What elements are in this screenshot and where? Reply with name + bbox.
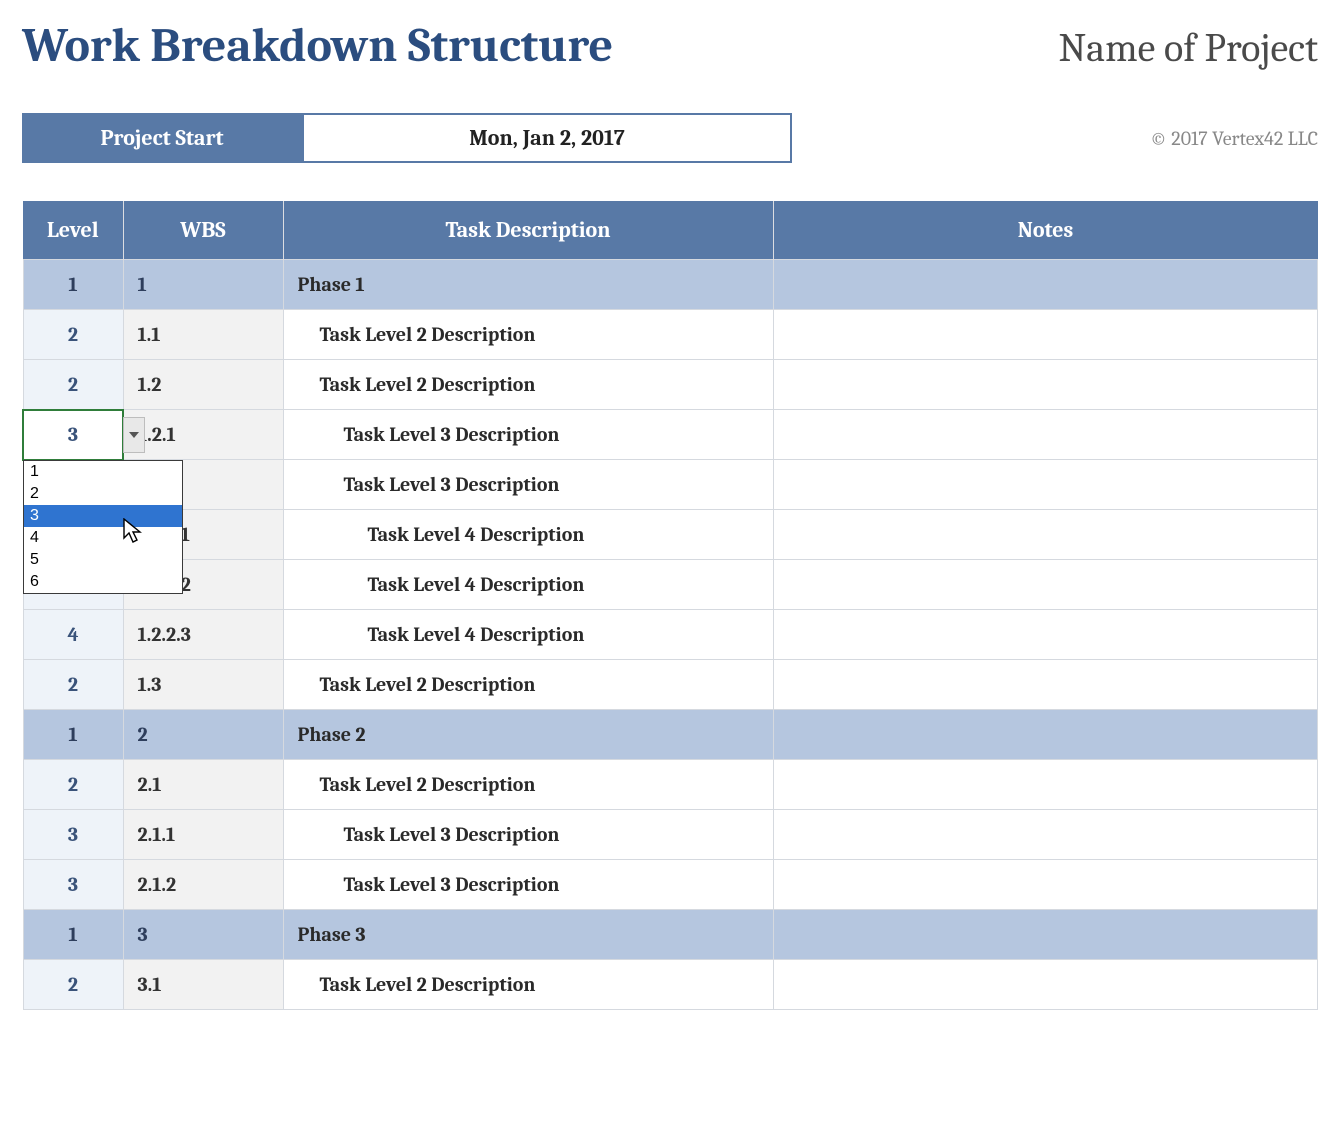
- cell-level-value: 3: [68, 423, 78, 446]
- cell-description[interactable]: Task Level 4 Description: [283, 510, 773, 560]
- cell-notes[interactable]: [773, 510, 1318, 560]
- cell-notes[interactable]: [773, 960, 1318, 1010]
- col-header-notes[interactable]: Notes: [773, 201, 1318, 260]
- table-row: 31.2.2Task Level 3 Description: [23, 460, 1318, 510]
- cell-wbs[interactable]: 2.1: [123, 760, 283, 810]
- cell-wbs[interactable]: 1.3: [123, 660, 283, 710]
- cell-level[interactable]: 2: [23, 360, 123, 410]
- cell-description[interactable]: Task Level 2 Description: [283, 660, 773, 710]
- table-row: 32.1.2Task Level 3 Description: [23, 860, 1318, 910]
- cell-notes[interactable]: [773, 460, 1318, 510]
- cell-notes[interactable]: [773, 760, 1318, 810]
- cell-level[interactable]: 2: [23, 310, 123, 360]
- dropdown-button[interactable]: [123, 417, 145, 453]
- project-start-label: Project Start: [22, 113, 302, 163]
- cell-wbs[interactable]: 1.1: [123, 310, 283, 360]
- col-header-description[interactable]: Task Description: [283, 201, 773, 260]
- level-dropdown[interactable]: 123456: [23, 460, 183, 594]
- dropdown-option[interactable]: 6: [24, 571, 182, 593]
- table-row: 22.1Task Level 2 Description: [23, 760, 1318, 810]
- cell-level[interactable]: 4: [23, 610, 123, 660]
- table-row: 41.2.2.3Task Level 4 Description: [23, 610, 1318, 660]
- table-row: 32.1.1Task Level 3 Description: [23, 810, 1318, 860]
- cell-notes[interactable]: [773, 310, 1318, 360]
- cell-notes[interactable]: [773, 860, 1318, 910]
- table-row: 21.3Task Level 2 Description: [23, 660, 1318, 710]
- dropdown-option[interactable]: 5: [24, 549, 182, 571]
- cell-description[interactable]: Phase 1: [283, 260, 773, 310]
- col-header-level[interactable]: Level: [23, 201, 123, 260]
- cell-notes[interactable]: [773, 660, 1318, 710]
- cell-description[interactable]: Phase 3: [283, 910, 773, 960]
- cell-wbs[interactable]: 1.2: [123, 360, 283, 410]
- table-row: 23.1Task Level 2 Description: [23, 960, 1318, 1010]
- cell-level[interactable]: 3: [23, 860, 123, 910]
- cell-description[interactable]: Task Level 3 Description: [283, 860, 773, 910]
- cell-notes[interactable]: [773, 710, 1318, 760]
- cell-level[interactable]: 2: [23, 760, 123, 810]
- table-row: 41.2.2.1Task Level 4 Description: [23, 510, 1318, 560]
- cell-description[interactable]: Task Level 3 Description: [283, 410, 773, 460]
- cell-wbs[interactable]: 1.2.1: [123, 410, 283, 460]
- cell-description[interactable]: Task Level 3 Description: [283, 460, 773, 510]
- cell-notes[interactable]: [773, 560, 1318, 610]
- cell-notes[interactable]: [773, 910, 1318, 960]
- cell-level[interactable]: 1: [23, 910, 123, 960]
- cell-wbs[interactable]: 2.1.1: [123, 810, 283, 860]
- cell-description[interactable]: Task Level 2 Description: [283, 760, 773, 810]
- cell-wbs[interactable]: 3: [123, 910, 283, 960]
- dropdown-option[interactable]: 1: [24, 461, 182, 483]
- cell-notes[interactable]: [773, 410, 1318, 460]
- cell-level[interactable]: 1: [23, 260, 123, 310]
- cell-level[interactable]: 2: [23, 960, 123, 1010]
- cell-description[interactable]: Phase 2: [283, 710, 773, 760]
- project-name: Name of Project: [1059, 25, 1318, 71]
- cell-description[interactable]: Task Level 4 Description: [283, 560, 773, 610]
- table-row: 12Phase 2: [23, 710, 1318, 760]
- cell-notes[interactable]: [773, 260, 1318, 310]
- cell-notes[interactable]: [773, 610, 1318, 660]
- cell-wbs[interactable]: 2.1.2: [123, 860, 283, 910]
- cell-description[interactable]: Task Level 4 Description: [283, 610, 773, 660]
- cell-description[interactable]: Task Level 2 Description: [283, 360, 773, 410]
- wbs-table: Level WBS Task Description Notes 11Phase…: [22, 201, 1318, 1010]
- table-row: 21.2Task Level 2 Description: [23, 360, 1318, 410]
- project-start-date[interactable]: Mon, Jan 2, 2017: [302, 113, 792, 163]
- page-title: Work Breakdown Structure: [22, 18, 613, 73]
- cell-level[interactable]: 3: [23, 810, 123, 860]
- cell-wbs[interactable]: 1.2.2.3: [123, 610, 283, 660]
- cell-wbs[interactable]: 3.1: [123, 960, 283, 1010]
- cell-notes[interactable]: [773, 360, 1318, 410]
- table-row: 41.2.2.2Task Level 4 Description: [23, 560, 1318, 610]
- dropdown-option[interactable]: 3: [24, 505, 182, 527]
- table-row: 13Phase 3: [23, 910, 1318, 960]
- cell-level[interactable]: 2: [23, 660, 123, 710]
- cell-wbs[interactable]: 2: [123, 710, 283, 760]
- table-row: 3 1.2.1Task Level 3 Description: [23, 410, 1318, 460]
- cell-description[interactable]: Task Level 2 Description: [283, 960, 773, 1010]
- table-row: 11Phase 1: [23, 260, 1318, 310]
- cell-description[interactable]: Task Level 2 Description: [283, 310, 773, 360]
- cell-wbs[interactable]: 1: [123, 260, 283, 310]
- table-row: 21.1Task Level 2 Description: [23, 310, 1318, 360]
- cell-description[interactable]: Task Level 3 Description: [283, 810, 773, 860]
- cell-level[interactable]: 3: [23, 410, 123, 460]
- dropdown-option[interactable]: 4: [24, 527, 182, 549]
- cell-notes[interactable]: [773, 810, 1318, 860]
- col-header-wbs[interactable]: WBS: [123, 201, 283, 260]
- cell-level[interactable]: 1: [23, 710, 123, 760]
- copyright-text: © 2017 Vertex42 LLC: [1150, 127, 1318, 150]
- dropdown-option[interactable]: 2: [24, 483, 182, 505]
